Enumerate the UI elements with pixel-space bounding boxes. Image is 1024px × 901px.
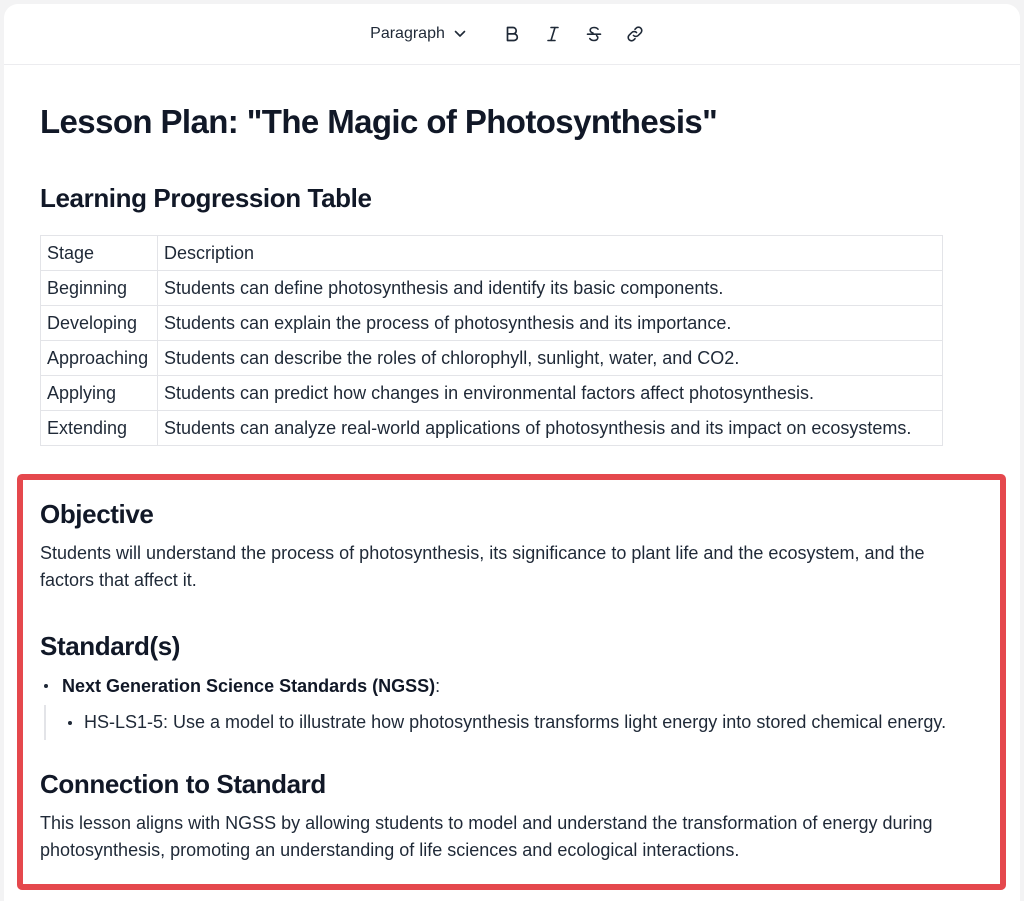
table-heading: Learning Progression Table: [40, 183, 372, 213]
table-row: Beginning Students can define photosynth…: [40, 270, 943, 306]
table-cell-stage: Developing: [40, 305, 158, 341]
bold-button[interactable]: [492, 19, 533, 49]
table-row: Applying Students can predict how change…: [40, 375, 943, 411]
formatting-toolbar: Paragraph: [4, 4, 1020, 65]
table-cell-stage: Applying: [40, 375, 158, 411]
italic-icon: [546, 26, 560, 42]
table-cell-description: Students can define photosynthesis and i…: [157, 270, 943, 306]
bold-icon: [505, 26, 519, 42]
table-row: Extending Students can analyze real-worl…: [40, 410, 943, 446]
table-cell-description: Students can describe the roles of chlor…: [157, 340, 943, 376]
chevron-down-icon: [454, 25, 466, 43]
link-icon: [626, 25, 644, 43]
table-cell-description: Students can predict how changes in envi…: [157, 375, 943, 411]
block-type-select[interactable]: Paragraph: [364, 21, 472, 47]
table-header-row: Stage Description: [40, 235, 943, 271]
table-header-cell: Stage: [40, 235, 158, 271]
learning-progression-table: Stage Description Beginning Students can…: [40, 235, 943, 446]
table-cell-stage: Beginning: [40, 270, 158, 306]
block-type-label: Paragraph: [370, 25, 445, 42]
italic-button[interactable]: [533, 19, 574, 49]
toolbar-group: Paragraph: [364, 19, 656, 49]
strikethrough-button[interactable]: [574, 19, 615, 49]
selection-highlight: [17, 474, 1006, 890]
table-cell-description: Students can explain the process of phot…: [157, 305, 943, 341]
document-title: Lesson Plan: "The Magic of Photosynthesi…: [40, 103, 718, 140]
table-row: Approaching Students can describe the ro…: [40, 340, 943, 376]
table-row: Developing Students can explain the proc…: [40, 305, 943, 341]
table-cell-stage: Extending: [40, 410, 158, 446]
strikethrough-icon: [586, 26, 602, 42]
link-button[interactable]: [615, 19, 656, 49]
editor-window: Paragraph Lesson Plan: "The Magic of Pho…: [4, 4, 1020, 901]
table-header-cell: Description: [157, 235, 943, 271]
table-cell-stage: Approaching: [40, 340, 158, 376]
table-cell-description: Students can analyze real-world applicat…: [157, 410, 943, 446]
